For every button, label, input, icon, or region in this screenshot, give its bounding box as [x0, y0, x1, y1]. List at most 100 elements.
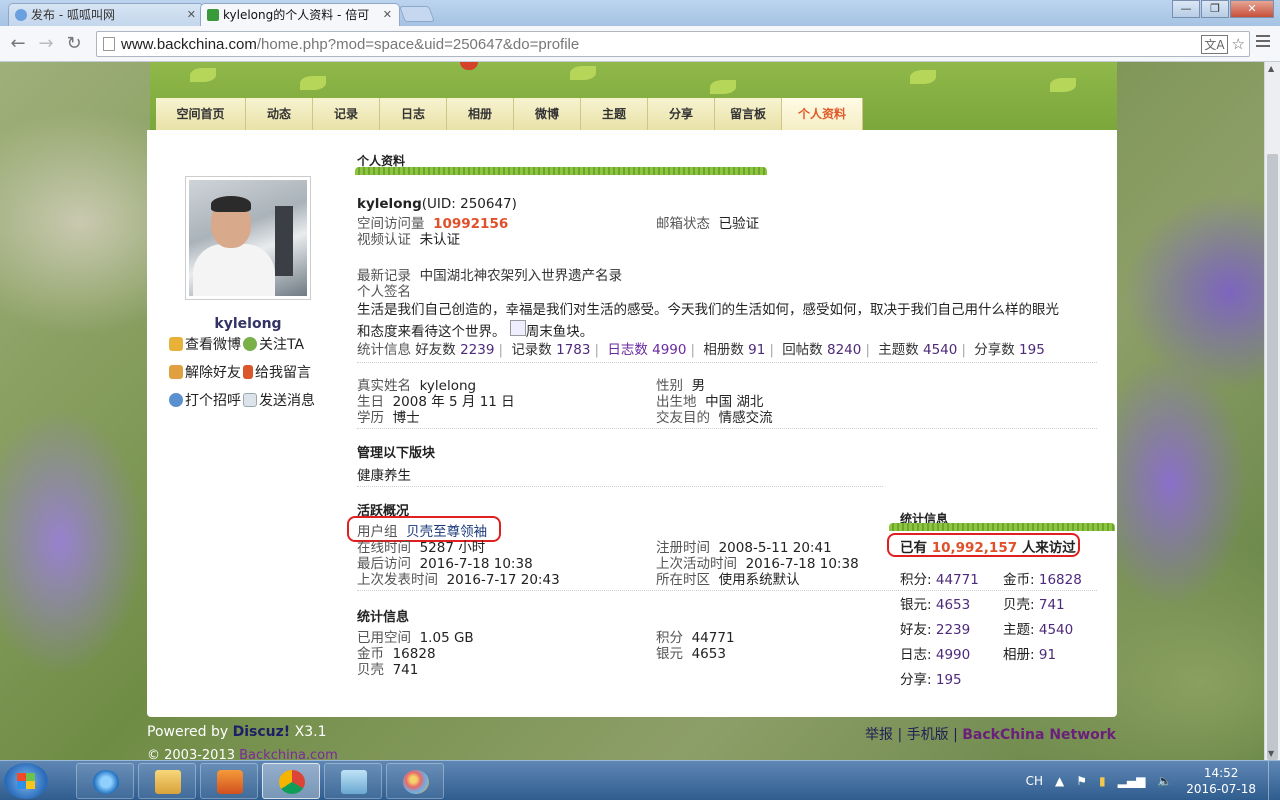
stat-shares[interactable]: 分享数 195 — [974, 342, 1045, 358]
star-bookmark-icon[interactable]: ☆ — [1232, 35, 1245, 54]
tray-expand-icon[interactable]: ▲ — [1055, 774, 1064, 788]
tab-close-icon[interactable]: ✕ — [383, 4, 392, 26]
address-bar[interactable]: www.backchina.com/home.php?mod=space&uid… — [96, 31, 1250, 57]
taskbar-media-player[interactable] — [200, 763, 258, 799]
right-stat-shares[interactable]: 分享: 195 — [900, 668, 962, 688]
right-stat-albums[interactable]: 相册: 91 — [1003, 643, 1056, 663]
education-value: 博士 — [392, 410, 420, 426]
leave-message-link[interactable]: 给我留言 — [243, 362, 311, 382]
mobile-link[interactable]: 手机版 — [907, 727, 949, 743]
taskbar-notes[interactable] — [324, 763, 382, 799]
tab-close-icon[interactable]: ✕ — [187, 4, 196, 26]
translate-icon[interactable]: 文A — [1201, 35, 1228, 54]
send-message-link[interactable]: 发送消息 — [243, 390, 315, 410]
grass-divider — [889, 523, 1115, 531]
nav-threads[interactable]: 主题 — [581, 98, 648, 130]
nav-profile[interactable]: 个人资料 — [782, 98, 863, 130]
chrome-icon — [279, 770, 305, 794]
minimize-button[interactable]: — — [1172, 0, 1200, 18]
sidebar-username[interactable]: kylelong — [187, 316, 309, 332]
profile-panel: kylelong 查看微博 关注TA 解除好友 给我留言 打个招呼 发送消息 个… — [147, 130, 1117, 717]
taskbar-ie[interactable] — [76, 763, 134, 799]
stats-label: 统计信息 — [357, 342, 411, 358]
avatar[interactable] — [185, 176, 311, 300]
follow-link[interactable]: 关注TA — [243, 334, 304, 354]
education-label: 学历 — [357, 410, 384, 426]
divider — [357, 428, 1097, 429]
tab-title: kylelong的个人资料 - 倍可 — [223, 8, 370, 22]
stat-albums[interactable]: 相册数 91 — [703, 342, 765, 358]
copyright: © 2003-2013 Backchina.com — [147, 748, 338, 760]
url-host: www.backchina.com — [121, 36, 257, 53]
tab-profile[interactable]: kylelong的个人资料 - 倍可 ✕ — [200, 3, 400, 26]
right-stat-blogs[interactable]: 日志: 4990 — [900, 643, 970, 663]
signature-text: 生活是我们自己创造的，幸福是我们对生活的感受。今天我们的生活如何，感受如何，取决… — [357, 302, 1059, 318]
stat-replies[interactable]: 回帖数 8240 — [782, 342, 861, 358]
forward-arrow-icon[interactable]: → — [34, 32, 58, 56]
latest-record-link[interactable]: 中国湖北神农架列入世界遗产名录 — [420, 268, 623, 284]
silver-value: 4653 — [691, 646, 726, 662]
site-favicon-icon — [207, 9, 219, 21]
report-link[interactable]: 举报 — [865, 727, 893, 743]
show-desktop-button[interactable] — [1268, 761, 1280, 800]
video-label: 视频认证 — [357, 232, 411, 248]
nav-blog[interactable]: 日志 — [380, 98, 447, 130]
scrollbar-thumb[interactable] — [1267, 154, 1278, 760]
stats-row: 统计信息 好友数 2239 | 记录数 1783 | 日志数 4990 | 相册数 9… — [357, 342, 1045, 358]
restore-button[interactable]: ❐ — [1201, 0, 1229, 18]
shell-value: 741 — [392, 662, 419, 678]
stat-friends[interactable]: 好友数 2239 — [415, 342, 494, 358]
network-warning-icon[interactable]: ▮ — [1099, 774, 1106, 788]
windows-logo-icon — [17, 773, 35, 789]
reload-icon[interactable]: ↻ — [62, 32, 86, 56]
right-stat-points: 积分: 44771 — [900, 572, 979, 588]
tab-guaguajiao[interactable]: 发布 - 呱呱叫网 ✕ — [8, 3, 204, 26]
close-button[interactable]: ✕ — [1230, 0, 1274, 18]
nav-home[interactable]: 空间首页 — [156, 98, 246, 130]
stat-threads[interactable]: 主题数 4540 — [878, 342, 957, 358]
right-stat-friends[interactable]: 好友: 2239 — [900, 618, 970, 638]
network-link[interactable]: BackChina Network — [962, 727, 1116, 743]
discuz-link[interactable]: Discuz! — [233, 724, 291, 740]
ime-indicator[interactable]: CH — [1026, 774, 1043, 788]
megaphone-icon — [169, 337, 183, 351]
stat-records[interactable]: 记录数 1783 — [511, 342, 590, 358]
right-stat-threads[interactable]: 主题: 4540 — [1003, 618, 1073, 638]
taskbar-paint[interactable] — [386, 763, 444, 799]
shell-label: 贝壳 — [357, 662, 384, 678]
new-tab-button[interactable] — [399, 6, 435, 22]
divider — [357, 590, 1097, 591]
nav-feed[interactable]: 动态 — [246, 98, 313, 130]
managed-forum-link[interactable]: 健康养生 — [357, 464, 411, 484]
nav-share[interactable]: 分享 — [648, 98, 715, 130]
back-arrow-icon[interactable]: ← — [6, 32, 30, 56]
url-text[interactable]: www.backchina.com/home.php?mod=space&uid… — [121, 36, 579, 53]
silver-label: 银元 — [656, 646, 683, 662]
nav-weibo[interactable]: 微博 — [514, 98, 581, 130]
scroll-down-icon[interactable]: ▼ — [1268, 749, 1274, 758]
view-weibo-link[interactable]: 查看微博 — [169, 334, 241, 354]
scroll-up-icon[interactable]: ▲ — [1268, 64, 1274, 73]
chrome-menu-icon[interactable] — [1256, 35, 1270, 50]
ie-icon — [93, 770, 119, 794]
manage-title: 管理以下版块 — [357, 446, 436, 461]
taskbar-explorer[interactable] — [138, 763, 196, 799]
taskbar-chrome[interactable] — [262, 763, 320, 799]
nav-album[interactable]: 相册 — [447, 98, 514, 130]
nav-records[interactable]: 记录 — [313, 98, 380, 130]
nav-guestbook[interactable]: 留言板 — [715, 98, 782, 130]
vertical-scrollbar[interactable]: ▲ ▼ — [1264, 62, 1280, 760]
signal-bars-icon[interactable]: ▂▄▆ — [1118, 774, 1146, 788]
unfriend-link[interactable]: 解除好友 — [169, 362, 241, 382]
poke-link[interactable]: 打个招呼 — [169, 390, 241, 410]
broken-image-icon — [509, 320, 526, 336]
stat-blogs[interactable]: 日志数 4990 — [607, 342, 686, 358]
start-button[interactable] — [4, 763, 48, 799]
volume-icon[interactable]: 🔈 — [1157, 774, 1172, 788]
action-center-flag-icon[interactable]: ⚑ — [1076, 774, 1087, 788]
email-label: 邮箱状态 — [656, 216, 710, 232]
footer-links: 举报 | 手机版 | BackChina Network — [865, 727, 1116, 743]
backchina-link[interactable]: Backchina.com — [239, 748, 338, 760]
purpose-value: 情感交流 — [718, 410, 773, 426]
taskbar-clock[interactable]: 14:52 2016-07-18 — [1186, 765, 1256, 797]
